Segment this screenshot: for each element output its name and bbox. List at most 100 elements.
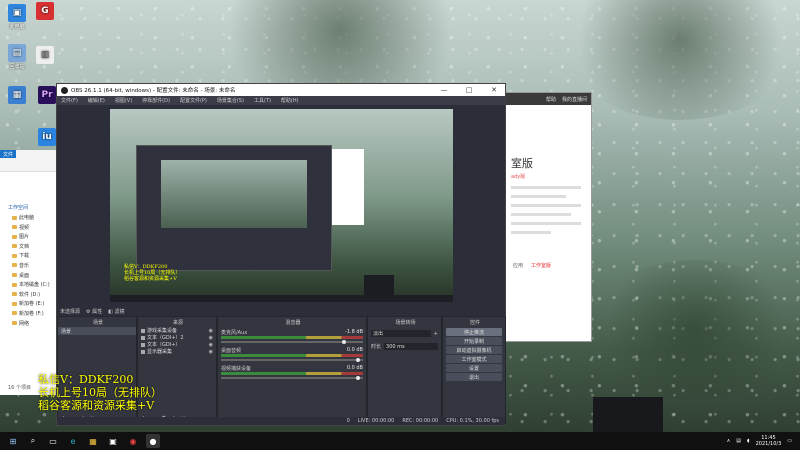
source-item[interactable]: 游戏采集设备 ◉	[138, 327, 216, 334]
stop-streaming-button[interactable]: 停止推流	[446, 328, 502, 336]
store-icon[interactable]: ▣	[106, 434, 120, 448]
volume-slider[interactable]	[221, 376, 363, 380]
desktop-icon-recycle[interactable]: ▤ 回收站	[4, 44, 30, 70]
scene-item[interactable]: 场景	[58, 327, 136, 335]
my-room-link[interactable]: 我的直播间	[562, 96, 587, 103]
cpu-fps: CPU: 0.1%, 30.00 fps	[446, 418, 499, 424]
search-icon[interactable]: ⌕	[26, 434, 40, 448]
explorer-section[interactable]: 工作空间	[8, 204, 57, 211]
explorer-nav-label: 音乐	[19, 262, 30, 269]
minimize-button[interactable]: —	[433, 86, 455, 94]
task-view-icon[interactable]: ▭	[46, 434, 60, 448]
eye-icon[interactable]: ◉	[209, 349, 213, 355]
obs-preview-canvas[interactable]: 私信V：DDKF200 长机上号10局（无排队） 稻谷客源和资源采集+V	[110, 109, 453, 302]
start-button[interactable]: ⊞	[6, 434, 20, 448]
source-label: 显示器采集	[147, 349, 173, 355]
edge-icon[interactable]: e	[66, 434, 80, 448]
desktop-icon-control-panel[interactable]: ▦	[4, 86, 30, 105]
eye-icon[interactable]: ◉	[209, 328, 213, 334]
chevron-up-icon[interactable]: ∧	[727, 438, 731, 444]
transition-select[interactable]: 淡出	[371, 330, 431, 337]
network-icon[interactable]: ▤	[736, 438, 741, 444]
studio-mode-button[interactable]: 工作室模式	[446, 355, 502, 363]
menu-tools[interactable]: 工具(T)	[254, 97, 271, 104]
channel-db: -1.8 dB	[345, 329, 363, 335]
help-link[interactable]: 帮助	[546, 96, 556, 103]
sources-dock-title: 来源	[172, 319, 183, 326]
exit-button[interactable]: 退出	[446, 373, 502, 381]
apply-button[interactable]: 应用	[513, 262, 523, 269]
settings-button[interactable]: 设置	[446, 364, 502, 372]
start-recording-button[interactable]: 开始录制	[446, 337, 502, 345]
eye-icon[interactable]: ◉	[209, 342, 213, 348]
mixer-dock: 混音器 麦克风/Aux -1.8 dB 桌面音频 0.0 dB 视频捕获设备 0.0 …	[217, 316, 367, 424]
folder-icon	[12, 273, 17, 278]
filters-button[interactable]: ◧ 滤镜	[108, 308, 124, 315]
explorer-nav-label: 软件 (D:)	[19, 291, 41, 298]
start-virtual-camera-button[interactable]: 启动虚拟摄像机	[446, 346, 502, 354]
explorer-nav-item[interactable]: 桌面	[12, 272, 57, 279]
menu-scene-collection[interactable]: 场景集合(S)	[217, 97, 244, 104]
obs-titlebar: OBS 26.1.1 (64-bit, windows) - 配置文件: 未命名…	[57, 84, 505, 96]
source-item[interactable]: 文本（GDI+） ◉	[138, 341, 216, 348]
menu-help[interactable]: 帮助(H)	[281, 97, 299, 104]
mixer-channel: 麦克风/Aux -1.8 dB	[221, 329, 363, 344]
explorer-nav-item[interactable]: 本地磁盘 (C:)	[12, 281, 57, 288]
source-item[interactable]: 文本（GDI+）2 ◉	[138, 334, 216, 341]
desktop-icon-file[interactable]: ▥	[32, 46, 58, 65]
duration-row: 时长 300 ms	[368, 340, 441, 353]
slider-knob[interactable]	[355, 376, 360, 380]
slider-knob[interactable]	[355, 358, 360, 362]
studio-version-button[interactable]: 工作室版	[531, 262, 551, 269]
volume-slider[interactable]	[221, 340, 363, 344]
slider-knob[interactable]	[341, 340, 346, 344]
explorer-nav-label: 此电脑	[19, 215, 35, 221]
explorer-nav-item[interactable]: 此电脑	[12, 214, 57, 221]
app-icon[interactable]: ◉	[126, 434, 140, 448]
duration-input[interactable]: 300 ms	[384, 343, 438, 350]
menu-edit[interactable]: 编辑(E)	[88, 97, 105, 104]
notification-icon[interactable]: ▭	[787, 438, 792, 444]
desktop-icon-app[interactable]: G	[32, 2, 58, 21]
add-icon[interactable]: +	[434, 331, 438, 337]
duration-label: 时长	[371, 344, 382, 350]
properties-button[interactable]: ⚙ 属性	[86, 308, 102, 315]
explorer-tab-file[interactable]: 文件	[0, 150, 16, 158]
control-panel-icon: ▦	[8, 86, 26, 104]
folder-icon	[12, 225, 17, 230]
volume-icon[interactable]: ◖	[747, 438, 750, 444]
explorer-status: 16 个项目	[8, 385, 31, 391]
explorer-nav-item[interactable]: 新加卷 (E:)	[12, 300, 57, 307]
explorer-nav-item[interactable]: 图片	[12, 233, 57, 240]
explorer-icon[interactable]: ▦	[86, 434, 100, 448]
explorer-nav-label: 新加卷 (E:)	[19, 301, 45, 308]
panel-text-lines	[501, 186, 591, 234]
explorer-nav-item[interactable]: 软件 (D:)	[12, 291, 57, 298]
no-source-selected: 未选择源	[60, 308, 81, 315]
explorer-nav-item[interactable]: 下载	[12, 252, 57, 259]
explorer-nav-label: 新加卷 (F:)	[19, 310, 44, 317]
explorer-nav-item[interactable]: 网络	[12, 320, 57, 327]
text-icon	[141, 335, 145, 340]
folder-icon	[12, 253, 17, 258]
source-item[interactable]: 显示器采集 ◉	[138, 348, 216, 355]
dropped-frames: 0	[346, 418, 350, 424]
menu-docks[interactable]: 停靠部件(D)	[142, 97, 170, 104]
close-button[interactable]: ✕	[483, 86, 505, 94]
volume-slider[interactable]	[221, 358, 363, 362]
clock[interactable]: 11:45 2021/10/3	[756, 435, 782, 447]
desktop-overlay-text: 私信V：DDKF200 长机上号10局（无排队） 稻谷客源和资源采集+V	[38, 373, 162, 412]
explorer-nav-item[interactable]: 新加卷 (F:)	[12, 310, 57, 317]
menu-view[interactable]: 视图(V)	[115, 97, 132, 104]
explorer-nav-item[interactable]: 视频	[12, 224, 57, 231]
maximize-button[interactable]: □	[458, 86, 480, 94]
menu-file[interactable]: 文件(F)	[61, 97, 78, 104]
tree-foliage	[560, 0, 800, 120]
menu-profile[interactable]: 配置文件(P)	[180, 97, 207, 104]
explorer-nav-item[interactable]: 文档	[12, 243, 57, 250]
text-icon	[141, 342, 145, 347]
desktop-icon-pc[interactable]: ▣ 此电脑	[4, 4, 30, 30]
obs-icon[interactable]: ●	[146, 434, 160, 448]
eye-icon[interactable]: ◉	[209, 335, 213, 341]
explorer-nav-item[interactable]: 音乐	[12, 262, 57, 269]
